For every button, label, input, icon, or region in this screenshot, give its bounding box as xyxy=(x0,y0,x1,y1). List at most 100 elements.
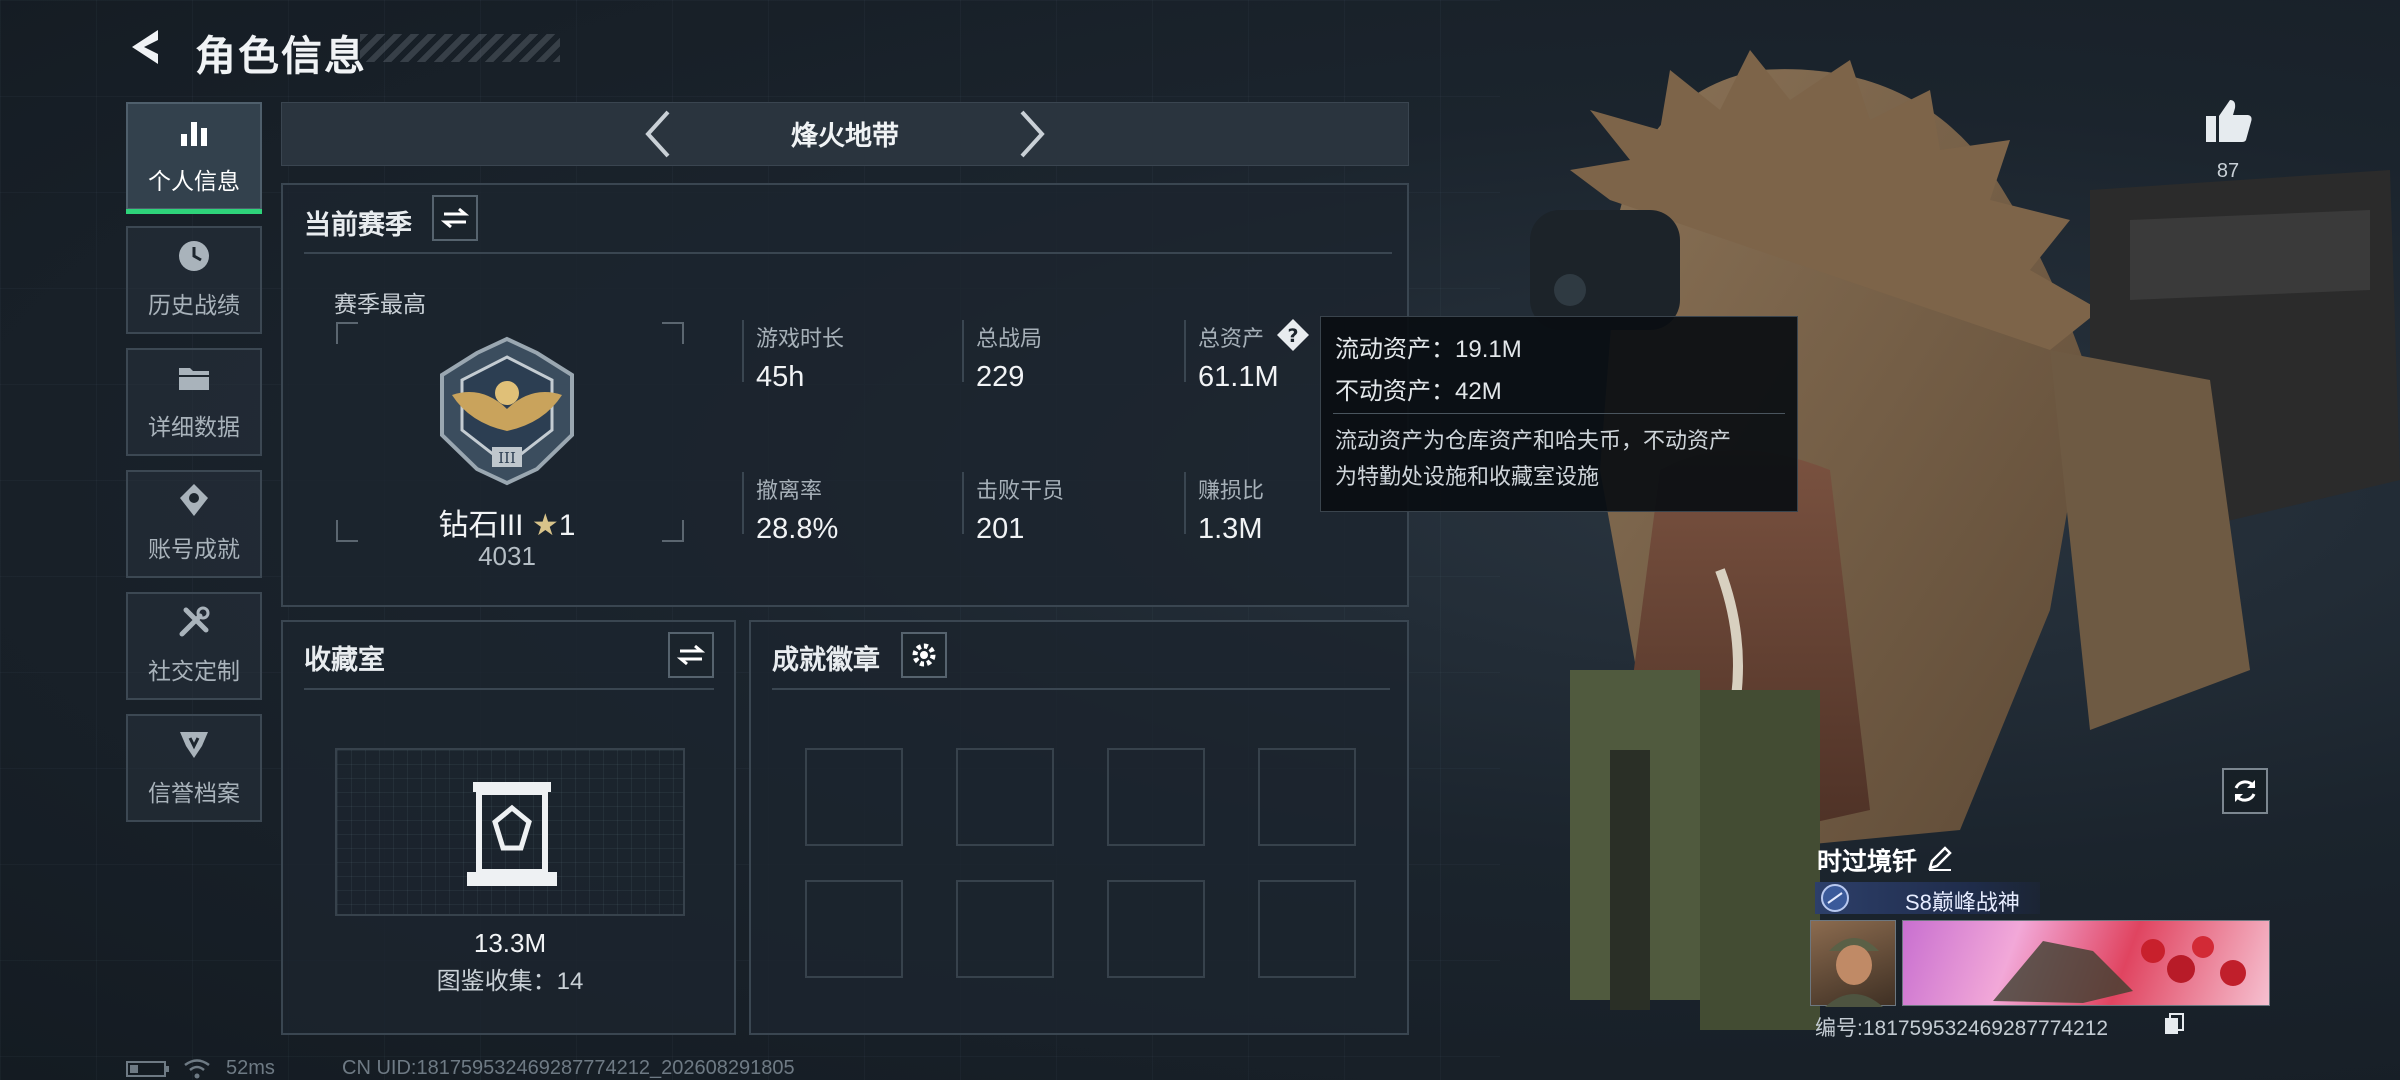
stat-value-total-matches: 229 xyxy=(976,361,1025,393)
history-icon xyxy=(179,241,209,271)
svg-text:III: III xyxy=(498,449,516,467)
stat-label-profit-ratio: 赚损比 xyxy=(1198,478,1265,503)
season-divider xyxy=(304,252,1392,254)
copy-icon xyxy=(2165,1013,2184,1034)
reputation-icon xyxy=(180,732,208,758)
collection-display[interactable] xyxy=(335,748,685,916)
badge-slot[interactable] xyxy=(956,748,1054,846)
frame-corner xyxy=(336,322,358,344)
stat-label-total-assets: 总资产 xyxy=(1198,326,1265,351)
collection-divider xyxy=(304,688,714,690)
collection-count: 图鉴收集：14 xyxy=(436,968,584,995)
season-switch-button[interactable] xyxy=(432,195,478,241)
uid-text: CN UID:18175953246928​7774212_2026082918… xyxy=(342,1057,795,1079)
eagle-rank-icon: III xyxy=(440,336,574,486)
frame-corner xyxy=(336,520,358,542)
pencil-icon xyxy=(1928,846,1952,871)
sidebar-item-label: 历史战绩 xyxy=(148,292,240,318)
swap-icon xyxy=(677,644,705,666)
badge-slot[interactable] xyxy=(805,880,903,978)
star-icon: ★ xyxy=(531,509,559,542)
sidebar-item-label: 详细数据 xyxy=(148,414,240,440)
like-button[interactable] xyxy=(2204,98,2254,149)
svg-text:?: ? xyxy=(1287,325,1298,347)
stat-divider xyxy=(742,320,744,382)
achievement-icon xyxy=(180,484,208,516)
player-id: 编号:18175953246928​7774212 xyxy=(1815,1017,2109,1040)
assets-tooltip: 流动资产：19.1M 不动资产：42M 流动资产为仓库资产和哈夫币，不动资产 为… xyxy=(1320,316,1798,512)
edit-name-button[interactable] xyxy=(1926,844,1954,877)
tools-icon xyxy=(179,606,210,637)
display-case-icon xyxy=(467,782,557,886)
frame-corner xyxy=(662,322,684,344)
badge-slot[interactable] xyxy=(1107,748,1205,846)
back-button[interactable] xyxy=(122,22,172,72)
assets-help-button[interactable]: ? xyxy=(1275,317,1311,358)
sidebar-item-label: 信誉档案 xyxy=(148,780,240,806)
chevron-right-icon xyxy=(1020,110,1045,158)
map-prev-button[interactable] xyxy=(640,108,676,165)
badge-slot[interactable] xyxy=(1258,748,1356,846)
stat-value-profit-ratio: 1.3M xyxy=(1198,513,1263,545)
banner-artwork xyxy=(1993,936,2246,1003)
thumbs-up-icon xyxy=(2206,100,2252,142)
rotate-model-button[interactable] xyxy=(2222,768,2268,814)
player-name: 时过境钎 xyxy=(1817,848,1918,876)
sidebar-item-achievements[interactable]: 账号成就 xyxy=(126,470,262,578)
sidebar-item-label: 账号成就 xyxy=(148,536,240,562)
achievement-divider xyxy=(772,688,1390,690)
wifi-icon xyxy=(182,1056,212,1080)
sidebar-item-personal-info[interactable]: 个人信息 xyxy=(126,102,262,214)
tooltip-liquid-assets: 流动资产：19.1M xyxy=(1335,336,1522,363)
stat-label-extraction-rate: 撤离率 xyxy=(756,478,823,503)
badge-slot[interactable] xyxy=(805,748,903,846)
sidebar-item-detailed-data[interactable]: 详细数据 xyxy=(126,348,262,456)
rank-stars: 1 xyxy=(558,509,576,542)
title-emblem-icon xyxy=(1820,883,1850,918)
ping-value: 52ms xyxy=(226,1057,275,1079)
rank-name-row: 钻石III ★1 xyxy=(434,500,580,544)
stat-divider xyxy=(1184,472,1186,534)
badge-slot[interactable] xyxy=(956,880,1054,978)
badge-slot[interactable] xyxy=(1258,880,1356,978)
stat-label-kills: 击败干员 xyxy=(976,478,1065,503)
stat-divider xyxy=(962,472,964,534)
season-panel-title: 当前赛季 xyxy=(304,210,412,240)
sidebar-item-label: 个人信息 xyxy=(148,168,240,194)
bar-chart-icon xyxy=(181,122,207,146)
gear-icon xyxy=(912,643,936,667)
sidebar-item-label: 社交定制 xyxy=(148,658,240,684)
achievement-settings-button[interactable] xyxy=(901,632,947,678)
refresh-icon xyxy=(2234,780,2256,802)
back-arrow-icon xyxy=(132,30,158,64)
page-title: 角色信息 xyxy=(195,33,367,79)
badge-slot[interactable] xyxy=(1107,880,1205,978)
copy-id-button[interactable] xyxy=(2163,1012,2185,1041)
battery-icon xyxy=(126,1060,170,1080)
stat-value-kills: 201 xyxy=(976,513,1025,545)
collection-switch-button[interactable] xyxy=(668,632,714,678)
player-banner[interactable] xyxy=(1902,920,2270,1006)
sidebar-item-match-history[interactable]: 历史战绩 xyxy=(126,226,262,334)
stat-value-playtime: 45h xyxy=(756,361,805,393)
tooltip-fixed-assets: 不动资产：42M xyxy=(1335,378,1502,405)
player-title: S8巅峰战神 xyxy=(1905,890,2020,915)
tooltip-description-line2: 为特勤处设施和收藏室设施 xyxy=(1335,464,1600,489)
soldier-avatar-icon xyxy=(1825,938,1883,1007)
like-count: 87 xyxy=(2216,160,2240,182)
frame-corner xyxy=(662,520,684,542)
collection-value: 13.3M xyxy=(473,928,547,958)
achievement-panel-title: 成就徽章 xyxy=(772,645,880,675)
stat-value-extraction-rate: 28.8% xyxy=(756,513,839,545)
map-name: 烽火地带 xyxy=(791,121,899,151)
sidebar-item-reputation[interactable]: 信誉档案 xyxy=(126,714,262,822)
stat-label-playtime: 游戏时长 xyxy=(756,326,845,351)
sidebar-item-social-custom[interactable]: 社交定制 xyxy=(126,592,262,700)
player-avatar[interactable] xyxy=(1810,920,1896,1007)
chevron-left-icon xyxy=(645,110,670,158)
rank-emblem: III xyxy=(432,335,582,487)
map-next-button[interactable] xyxy=(1014,108,1050,165)
collection-panel-title: 收藏室 xyxy=(304,645,385,675)
stat-divider xyxy=(962,320,964,382)
folder-icon xyxy=(179,368,209,390)
